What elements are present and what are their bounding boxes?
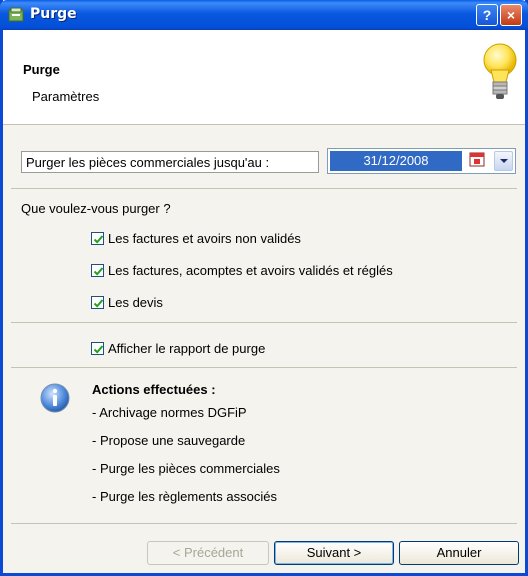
purge-dialog: Purge ? × Purge Paramètres Purger les pi… xyxy=(0,0,528,576)
option-unvalidated[interactable]: Les factures et avoirs non validés xyxy=(91,229,301,247)
date-value[interactable]: 31/12/2008 xyxy=(330,151,462,171)
checkbox-quotes[interactable] xyxy=(91,295,104,309)
info-icon xyxy=(40,383,70,413)
option-validated-paid[interactable]: Les factures, acomptes et avoirs validés… xyxy=(91,261,393,279)
next-button[interactable]: Suivant > xyxy=(274,541,394,565)
date-field[interactable]: 31/12/2008 xyxy=(327,148,516,174)
lightbulb-icon xyxy=(483,43,517,99)
action-item: - Archivage normes DGFiP xyxy=(92,405,247,420)
question-label: Que voulez-vous purger ? xyxy=(21,201,171,216)
help-button[interactable]: ? xyxy=(476,4,498,26)
action-item: - Purge les pièces commerciales xyxy=(92,461,280,476)
window-title: Purge xyxy=(30,6,77,22)
divider xyxy=(11,523,517,524)
option-label: Les factures, acomptes et avoirs validés… xyxy=(108,262,393,278)
option-label: Les devis xyxy=(108,294,163,310)
page-subtitle: Paramètres xyxy=(32,89,100,104)
option-quotes[interactable]: Les devis xyxy=(91,293,163,311)
divider xyxy=(11,188,517,189)
close-button[interactable]: × xyxy=(500,4,522,26)
date-dropdown-button[interactable] xyxy=(494,151,513,171)
divider xyxy=(11,322,517,323)
page-title: Purge xyxy=(23,62,60,77)
title-bar[interactable]: Purge ? × xyxy=(0,0,528,30)
chevron-down-icon xyxy=(500,159,508,163)
app-icon xyxy=(8,7,24,22)
option-show-report[interactable]: Afficher le rapport de purge xyxy=(91,339,265,357)
option-label: Les factures et avoirs non validés xyxy=(108,230,301,246)
calendar-icon[interactable] xyxy=(466,151,488,171)
actions-title: Actions effectuées : xyxy=(92,382,216,397)
wizard-header: Purge Paramètres xyxy=(3,30,525,125)
checkbox-show-report[interactable] xyxy=(91,341,104,355)
cancel-button[interactable]: Annuler xyxy=(399,541,519,565)
checkbox-validated-paid[interactable] xyxy=(91,263,104,277)
action-item: - Propose une sauvegarde xyxy=(92,433,246,448)
divider xyxy=(11,367,517,368)
date-row: Purger les pièces commerciales jusqu'au … xyxy=(3,148,525,178)
date-label: Purger les pièces commerciales jusqu'au … xyxy=(21,151,319,173)
report-option-label: Afficher le rapport de purge xyxy=(108,340,266,356)
previous-button[interactable]: < Précédent xyxy=(147,541,269,565)
checkbox-unvalidated[interactable] xyxy=(91,231,104,245)
action-item: - Purge les règlements associés xyxy=(92,489,277,504)
